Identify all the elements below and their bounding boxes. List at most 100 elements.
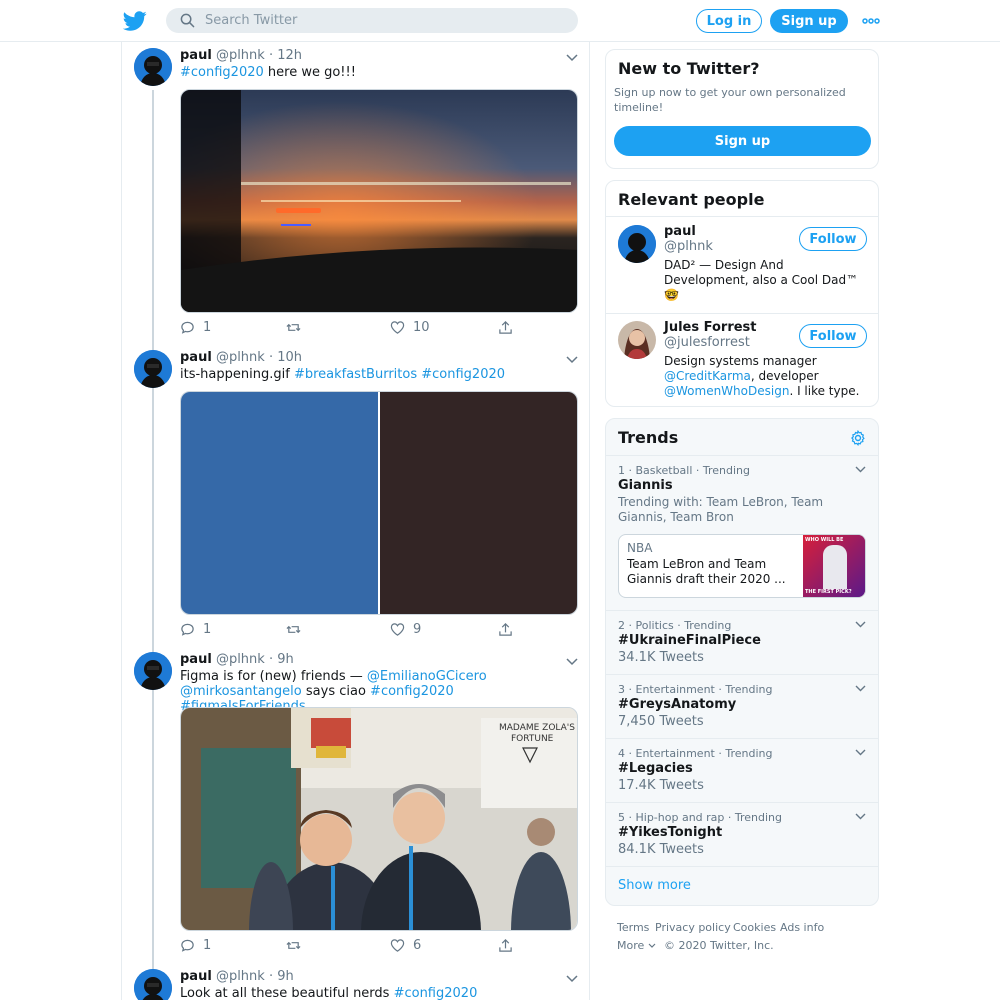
author-name[interactable]: paul xyxy=(180,48,212,63)
reply-button[interactable]: 1 xyxy=(180,622,211,637)
retweet-icon xyxy=(286,941,301,950)
hashtag-link[interactable]: #config2020 xyxy=(370,684,454,699)
tweet-text: its-happening.gif #breakfastBurritos #co… xyxy=(180,367,580,382)
follow-button[interactable]: Follow xyxy=(799,324,867,348)
settings-gear-icon[interactable] xyxy=(850,430,866,446)
avatar[interactable] xyxy=(134,350,172,388)
trend-item[interactable]: 1 · Basketball · Trending Giannis Trendi… xyxy=(606,456,878,611)
author-handle: @plhnk xyxy=(215,48,265,63)
separator-dot: · xyxy=(268,969,274,984)
person-row[interactable]: Jules Forrest @julesforrest Design syste… xyxy=(606,314,878,406)
like-count: 9 xyxy=(413,622,422,637)
retweet-button[interactable] xyxy=(286,320,309,335)
chevron-down-icon[interactable] xyxy=(855,813,866,820)
tweet[interactable]: paul @plhnk · 9h Look at all these beaut… xyxy=(122,969,589,1000)
avatar[interactable] xyxy=(134,48,172,86)
author-handle: @plhnk xyxy=(215,350,265,365)
person-bio: DAD² — Design And Development, also a Co… xyxy=(664,258,859,302)
avatar[interactable] xyxy=(134,969,172,1000)
person-handle: @julesforrest xyxy=(664,335,750,350)
separator-dot: · xyxy=(268,652,274,667)
trend-item[interactable]: 2 · Politics · Trending #UkraineFinalPie… xyxy=(606,611,878,675)
avatar[interactable] xyxy=(134,652,172,690)
retweet-button[interactable] xyxy=(286,622,309,637)
trend-name: Giannis xyxy=(618,478,673,493)
news-card[interactable]: NBA Team LeBron and Team Giannis draft t… xyxy=(618,534,866,598)
avatar[interactable] xyxy=(618,225,656,263)
mention-link[interactable]: @EmilianoGCicero xyxy=(367,669,487,684)
login-button[interactable]: Log in xyxy=(696,9,762,33)
chevron-down-icon xyxy=(648,943,656,948)
trend-item[interactable]: 5 · Hip-hop and rap · Trending #YikesTon… xyxy=(606,803,878,867)
author-name[interactable]: paul xyxy=(180,350,212,365)
chevron-down-icon[interactable] xyxy=(566,356,578,364)
reply-button[interactable]: 1 xyxy=(180,938,211,953)
trend-item[interactable]: 4 · Entertainment · Trending #Legacies 1… xyxy=(606,739,878,803)
tweet-time[interactable]: 10h xyxy=(277,350,302,365)
search-box[interactable] xyxy=(166,8,578,33)
chevron-down-icon[interactable] xyxy=(855,466,866,473)
news-headline: Team LeBron and Team Giannis draft their… xyxy=(627,557,786,586)
show-more-link[interactable]: Show more xyxy=(618,878,691,893)
tweet[interactable]: paul @plhnk · 9h Figma is for (new) frie… xyxy=(122,652,589,962)
chevron-down-icon[interactable] xyxy=(566,975,578,983)
tweet-photo[interactable]: MADAME ZOLA'S FORTUNE xyxy=(180,707,578,931)
tweet-text-fragment: here we go!!! xyxy=(263,65,356,80)
chevron-down-icon[interactable] xyxy=(566,54,578,62)
tweet-photo[interactable] xyxy=(180,89,578,313)
sidebar-signup-button[interactable]: Sign up xyxy=(614,126,871,156)
tweet-time[interactable]: 9h xyxy=(277,969,294,984)
tweet[interactable]: paul @plhnk · 12h #config2020 here we go… xyxy=(122,48,589,348)
footer-more-menu[interactable]: More xyxy=(617,939,656,952)
like-button[interactable]: 9 xyxy=(390,622,421,637)
search-input[interactable] xyxy=(205,13,545,28)
trend-item[interactable]: 3 · Entertainment · Trending #GreysAnato… xyxy=(606,675,878,739)
tweet-time[interactable]: 9h xyxy=(277,652,294,667)
share-button[interactable] xyxy=(498,622,521,637)
gif-left-panel xyxy=(181,392,378,614)
tweet-time[interactable]: 12h xyxy=(277,48,302,63)
twitter-logo-icon[interactable] xyxy=(123,9,147,33)
timeline: paul @plhnk · 12h #config2020 here we go… xyxy=(121,42,590,1000)
avatar[interactable] xyxy=(618,321,656,359)
trend-meta: 1 · Basketball · Trending xyxy=(618,464,751,477)
chevron-down-icon[interactable] xyxy=(855,749,866,756)
share-button[interactable] xyxy=(498,320,521,335)
reply-button[interactable]: 1 xyxy=(180,320,211,335)
tweet-gif[interactable] xyxy=(180,391,578,615)
chevron-down-icon[interactable] xyxy=(855,685,866,692)
footer-link-terms[interactable]: Terms xyxy=(617,921,649,934)
share-button[interactable] xyxy=(498,938,521,953)
person-row[interactable]: paul @plhnk DAD² — Design And Developmen… xyxy=(606,217,878,313)
svg-text:FORTUNE: FORTUNE xyxy=(511,734,554,744)
like-button[interactable]: 6 xyxy=(390,938,421,953)
separator-dot: · xyxy=(268,48,274,63)
author-name[interactable]: paul xyxy=(180,969,212,984)
tweet-header: paul @plhnk · 12h xyxy=(180,48,302,63)
person-name[interactable]: paul xyxy=(664,224,696,239)
follow-button[interactable]: Follow xyxy=(799,227,867,251)
mention-link[interactable]: @WomenWhoDesign xyxy=(664,384,789,398)
footer-link-cookies[interactable]: Cookies xyxy=(733,921,776,934)
footer-link-privacy[interactable]: Privacy policy xyxy=(655,921,731,934)
card-title: New to Twitter? xyxy=(618,59,760,78)
hashtag-link[interactable]: #config2020 xyxy=(394,986,478,1000)
more-options-icon[interactable] xyxy=(862,13,880,29)
like-button[interactable]: 10 xyxy=(390,320,430,335)
hashtag-link[interactable]: #config2020 xyxy=(421,367,505,382)
retweet-button[interactable] xyxy=(286,938,309,953)
retweet-icon xyxy=(286,323,301,332)
mention-link[interactable]: @mirkosantangelo xyxy=(180,684,302,699)
chevron-down-icon[interactable] xyxy=(855,621,866,628)
hashtag-link[interactable]: #config2020 xyxy=(180,65,264,80)
person-name[interactable]: Jules Forrest xyxy=(664,320,757,335)
author-name[interactable]: paul xyxy=(180,652,212,667)
card-title: Trends xyxy=(618,428,679,447)
chevron-down-icon[interactable] xyxy=(566,658,578,666)
footer-link-ads-info[interactable]: Ads info xyxy=(780,921,824,934)
signup-button[interactable]: Sign up xyxy=(770,9,848,33)
mention-link[interactable]: @CreditKarma xyxy=(664,369,751,383)
tweet[interactable]: paul @plhnk · 10h its-happening.gif #bre… xyxy=(122,350,589,650)
hashtag-link[interactable]: #breakfastBurritos xyxy=(294,367,417,382)
tweet-header: paul @plhnk · 9h xyxy=(180,969,294,984)
